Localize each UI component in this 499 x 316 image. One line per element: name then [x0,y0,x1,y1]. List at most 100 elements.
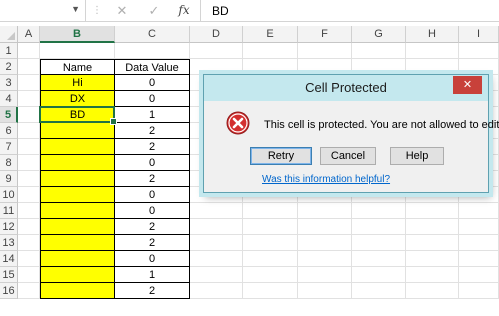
cell-i1[interactable] [459,43,499,59]
row-header-8[interactable]: 8 [0,155,18,171]
cell-e11[interactable] [243,203,298,219]
row-header-9[interactable]: 9 [0,171,18,187]
cell-b1[interactable] [40,43,115,59]
cell-a15[interactable] [18,267,40,283]
cell-e1[interactable] [243,43,298,59]
cell-b11[interactable] [40,203,115,219]
insert-function-icon[interactable]: fx [174,2,194,19]
row-header-5[interactable]: 5 [0,107,18,123]
cell-a13[interactable] [18,235,40,251]
row-header-3[interactable]: 3 [0,75,18,91]
row-header-16[interactable]: 16 [0,283,18,299]
row-header-2[interactable]: 2 [0,59,18,75]
cell-h14[interactable] [406,251,459,267]
cell-i12[interactable] [459,219,499,235]
column-header-a[interactable]: A [18,26,40,43]
cell-d2[interactable] [190,59,243,75]
cell-b7[interactable] [40,139,115,155]
cell-b12[interactable] [40,219,115,235]
cell-c3[interactable]: 0 [115,75,190,91]
cell-f1[interactable] [298,43,352,59]
retry-button[interactable]: Retry [250,147,312,165]
cell-b15[interactable] [40,267,115,283]
cell-c15[interactable]: 1 [115,267,190,283]
cell-i11[interactable] [459,203,499,219]
cell-b14[interactable] [40,251,115,267]
column-header-b[interactable]: B [40,26,115,43]
cell-g13[interactable] [352,235,406,251]
cell-h13[interactable] [406,235,459,251]
cell-e2[interactable] [243,59,298,75]
row-header-1[interactable]: 1 [0,43,18,59]
cell-c1[interactable] [115,43,190,59]
cell-a8[interactable] [18,155,40,171]
cell-c9[interactable]: 2 [115,171,190,187]
cell-d15[interactable] [190,267,243,283]
cell-d11[interactable] [190,203,243,219]
cell-b8[interactable] [40,155,115,171]
cell-g11[interactable] [352,203,406,219]
chevron-down-icon[interactable]: ▼ [71,4,80,14]
cell-e13[interactable] [243,235,298,251]
cell-c13[interactable]: 2 [115,235,190,251]
cell-d12[interactable] [190,219,243,235]
cell-c7[interactable]: 2 [115,139,190,155]
dialog-close-button[interactable]: ✕ [453,76,482,94]
formula-input[interactable]: BD [212,4,229,18]
column-header-f[interactable]: F [298,26,352,43]
cell-b16[interactable] [40,283,115,299]
cell-d16[interactable] [190,283,243,299]
cell-a16[interactable] [18,283,40,299]
column-header-d[interactable]: D [190,26,243,43]
cell-c16[interactable]: 2 [115,283,190,299]
row-header-11[interactable]: 11 [0,203,18,219]
cell-i16[interactable] [459,283,499,299]
cell-c11[interactable]: 0 [115,203,190,219]
cell-i15[interactable] [459,267,499,283]
name-box[interactable]: ▼ [0,0,86,21]
cell-e15[interactable] [243,267,298,283]
column-header-h[interactable]: H [406,26,459,43]
cell-a5[interactable] [18,107,40,123]
cell-a14[interactable] [18,251,40,267]
cancel-entry-icon[interactable]: ✕ [112,2,132,19]
cell-c4[interactable]: 0 [115,91,190,107]
column-header-i[interactable]: I [459,26,499,43]
cell-a10[interactable] [18,187,40,203]
cell-e12[interactable] [243,219,298,235]
cell-a11[interactable] [18,203,40,219]
cell-h2[interactable] [406,59,459,75]
cell-e14[interactable] [243,251,298,267]
cell-d14[interactable] [190,251,243,267]
cell-f14[interactable] [298,251,352,267]
row-header-10[interactable]: 10 [0,187,18,203]
cell-f12[interactable] [298,219,352,235]
cell-b10[interactable] [40,187,115,203]
feedback-link[interactable]: Was this information helpful? [262,174,390,185]
cell-c6[interactable]: 2 [115,123,190,139]
cell-h1[interactable] [406,43,459,59]
cell-h11[interactable] [406,203,459,219]
row-header-12[interactable]: 12 [0,219,18,235]
cell-c10[interactable]: 0 [115,187,190,203]
cell-b9[interactable] [40,171,115,187]
cell-g15[interactable] [352,267,406,283]
cell-c8[interactable]: 0 [115,155,190,171]
cell-a6[interactable] [18,123,40,139]
select-all-button[interactable] [0,26,18,43]
column-header-g[interactable]: G [352,26,406,43]
cell-c14[interactable]: 0 [115,251,190,267]
cell-b4[interactable]: DX [40,91,115,107]
cell-f15[interactable] [298,267,352,283]
cell-d13[interactable] [190,235,243,251]
row-header-15[interactable]: 15 [0,267,18,283]
cell-d1[interactable] [190,43,243,59]
enter-entry-icon[interactable]: ✓ [144,2,164,19]
row-header-13[interactable]: 13 [0,235,18,251]
cell-g12[interactable] [352,219,406,235]
row-header-7[interactable]: 7 [0,139,18,155]
cell-g14[interactable] [352,251,406,267]
cancel-button[interactable]: Cancel [320,147,376,165]
cell-a4[interactable] [18,91,40,107]
cell-f13[interactable] [298,235,352,251]
